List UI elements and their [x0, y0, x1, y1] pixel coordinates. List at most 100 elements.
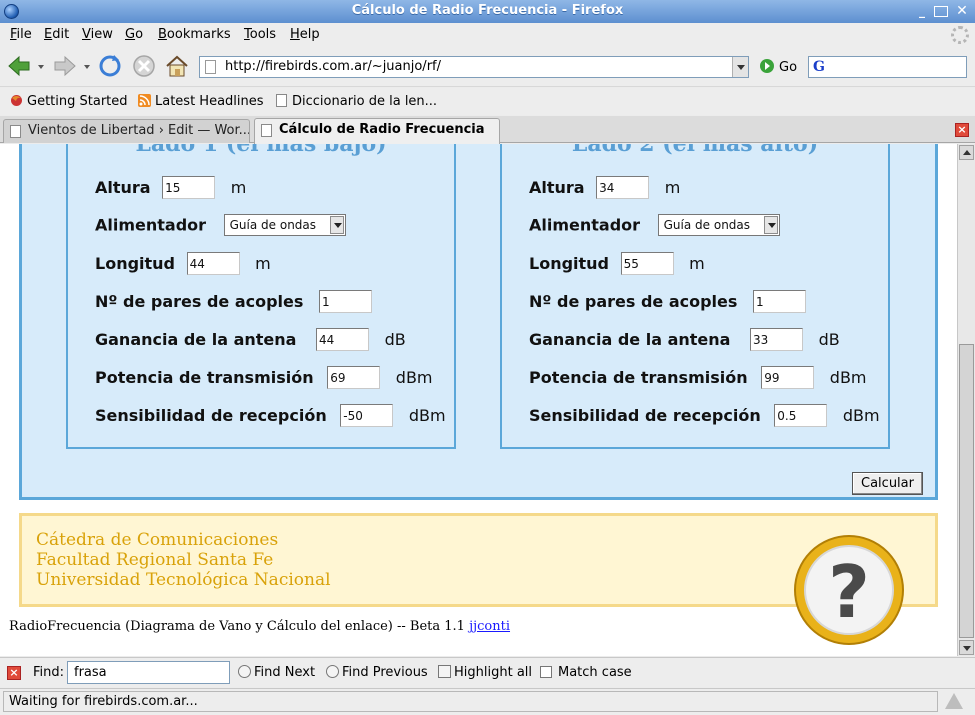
credit-link[interactable]: jjconti: [469, 619, 510, 634]
input-altura-1[interactable]: 15: [162, 176, 216, 199]
row-longitud: Longitud 55 m: [529, 252, 705, 275]
match-case-checkbox[interactable]: Match case: [540, 665, 632, 680]
url-bar[interactable]: http://firebirds.com.ar/~juanjo/rf/: [199, 56, 749, 78]
row-alimentador: Alimentador Guía de ondas: [529, 214, 780, 236]
footer-facultad: Facultad Regional Santa Fe: [36, 550, 274, 570]
reload-icon[interactable]: [97, 53, 123, 79]
calcular-button[interactable]: Calcular: [852, 472, 923, 495]
input-sensibilidad-2[interactable]: 0.5: [774, 404, 828, 427]
menu-go[interactable]: Go: [125, 27, 143, 42]
find-next-button[interactable]: Find Next: [238, 665, 315, 680]
row-ganancia: Ganancia de la antena 33 dB: [529, 328, 840, 351]
navigation-toolbar: http://firebirds.com.ar/~juanjo/rf/ Go G: [0, 47, 975, 87]
row-potencia: Potencia de transmisión 69 dBm: [95, 366, 433, 389]
minimize-icon[interactable]: _: [914, 4, 930, 19]
footer-catedra: Cátedra de Comunicaciones: [36, 530, 279, 550]
menu-file[interactable]: File: [10, 27, 32, 42]
tab-calculo-radio-frecuencia[interactable]: Cálculo de Radio Frecuencia: [254, 118, 500, 144]
find-previous-button[interactable]: Find Previous: [326, 665, 428, 680]
label-alimentador: Alimentador: [529, 215, 641, 235]
maximize-icon[interactable]: [934, 6, 948, 17]
menu-bookmarks[interactable]: Bookmarks: [158, 27, 231, 42]
credit-text: RadioFrecuencia (Diagrama de Vano y Cálc…: [9, 619, 470, 634]
input-altura-2[interactable]: 34: [596, 176, 650, 199]
unit-altura: m: [230, 178, 247, 197]
input-longitud-2[interactable]: 55: [620, 252, 674, 275]
unit-sensibilidad: dBm: [842, 406, 880, 425]
menu-tools[interactable]: Tools: [244, 27, 276, 42]
credit-line: RadioFrecuencia (Diagrama de Vano y Cálc…: [9, 619, 510, 634]
google-search-engine-icon[interactable]: G: [813, 59, 825, 75]
tab-vientos-de-libertad[interactable]: Vientos de Libertad › Edit — Wor...: [3, 119, 250, 143]
stop-icon[interactable]: [131, 53, 157, 79]
input-potencia-1[interactable]: 69: [327, 366, 381, 389]
url-text[interactable]: http://firebirds.com.ar/~juanjo/rf/: [225, 59, 441, 74]
close-find-bar-icon[interactable]: ×: [7, 666, 21, 680]
close-tab-icon[interactable]: ×: [955, 123, 969, 137]
home-icon[interactable]: [164, 53, 190, 79]
find-input[interactable]: frasa: [67, 661, 230, 684]
bookmark-getting-started[interactable]: Getting Started: [10, 94, 128, 109]
select-value: Guía de ondas: [663, 218, 751, 232]
label-pares-acoples: Nº de pares de acoples: [95, 292, 304, 311]
label-longitud: Longitud: [529, 254, 610, 273]
label-potencia: Potencia de transmisión: [529, 368, 748, 387]
menu-help[interactable]: Help: [290, 27, 320, 42]
unit-altura: m: [664, 178, 681, 197]
label-altura: Altura: [95, 178, 151, 197]
row-altura: Altura 34 m: [529, 176, 680, 199]
input-pares-acoples-1[interactable]: 1: [318, 290, 372, 313]
input-longitud-1[interactable]: 44: [186, 252, 240, 275]
go-label: Go: [779, 60, 798, 75]
row-alimentador: Alimentador Guía de ondas: [95, 214, 346, 236]
highlight-all-label: Highlight all: [454, 665, 533, 680]
match-case-label: Match case: [558, 665, 632, 680]
select-alimentador-1[interactable]: Guía de ondas: [223, 214, 346, 236]
row-pares-acoples: Nº de pares de acoples 1: [95, 290, 372, 313]
row-sensibilidad: Sensibilidad de recepción -50 dBm: [95, 404, 446, 427]
window-title: Cálculo de Radio Frecuencia - Firefox: [351, 3, 624, 18]
scroll-thumb[interactable]: [959, 344, 974, 638]
menu-view[interactable]: View: [82, 27, 113, 42]
forward-history-dropdown-icon[interactable]: [84, 65, 90, 69]
label-potencia: Potencia de transmisión: [95, 368, 314, 387]
close-window-icon[interactable]: ✕: [954, 4, 970, 19]
bookmark-latest-headlines[interactable]: Latest Headlines: [138, 94, 264, 109]
input-pares-acoples-2[interactable]: 1: [752, 290, 806, 313]
menu-edit-accesskey: E: [44, 27, 53, 42]
search-bar[interactable]: G: [808, 56, 967, 78]
highlight-all-button[interactable]: Highlight all: [438, 665, 532, 680]
back-history-dropdown-icon[interactable]: [38, 65, 44, 69]
tab-label: Cálculo de Radio Frecuencia: [279, 122, 485, 137]
vertical-scrollbar[interactable]: [957, 144, 975, 656]
find-label: Find:: [33, 665, 65, 680]
input-ganancia-2[interactable]: 33: [750, 328, 804, 351]
go-button[interactable]: Go: [760, 59, 797, 75]
input-ganancia-1[interactable]: 44: [316, 328, 370, 351]
bookmarks-toolbar: Getting Started Latest Headlines Diccion…: [0, 88, 975, 115]
forward-icon[interactable]: [52, 53, 78, 79]
back-icon[interactable]: [6, 53, 32, 79]
input-sensibilidad-1[interactable]: -50: [340, 404, 394, 427]
label-ganancia: Ganancia de la antena: [529, 330, 731, 349]
rf-form: Lado 1 (el más bajo) Altura 15 m Aliment…: [19, 144, 938, 500]
go-icon: [760, 59, 774, 73]
row-sensibilidad: Sensibilidad de recepción 0.5 dBm: [529, 404, 880, 427]
menu-help-accesskey: H: [290, 27, 300, 42]
input-potencia-2[interactable]: 99: [761, 366, 815, 389]
url-history-dropdown-icon[interactable]: [732, 57, 748, 77]
scroll-up-icon[interactable]: [959, 145, 974, 160]
scroll-down-icon[interactable]: [959, 640, 974, 655]
page-icon: [10, 125, 21, 138]
highlight-icon: [438, 665, 451, 678]
row-altura: Altura 15 m: [95, 176, 246, 199]
fieldset-lado-2: Lado 2 (el más alto) Altura 34 m Aliment…: [500, 144, 890, 449]
label-sensibilidad: Sensibilidad de recepción: [95, 406, 327, 425]
menu-view-accesskey: V: [82, 27, 91, 42]
bookmark-diccionario[interactable]: Diccionario de la len...: [275, 94, 437, 109]
menu-edit[interactable]: Edit: [44, 27, 69, 42]
select-alimentador-2[interactable]: Guía de ondas: [657, 214, 780, 236]
unit-ganancia: dB: [818, 330, 840, 349]
legend-lado-1: Lado 1 (el más bajo): [135, 144, 387, 157]
label-alimentador: Alimentador: [95, 215, 207, 235]
